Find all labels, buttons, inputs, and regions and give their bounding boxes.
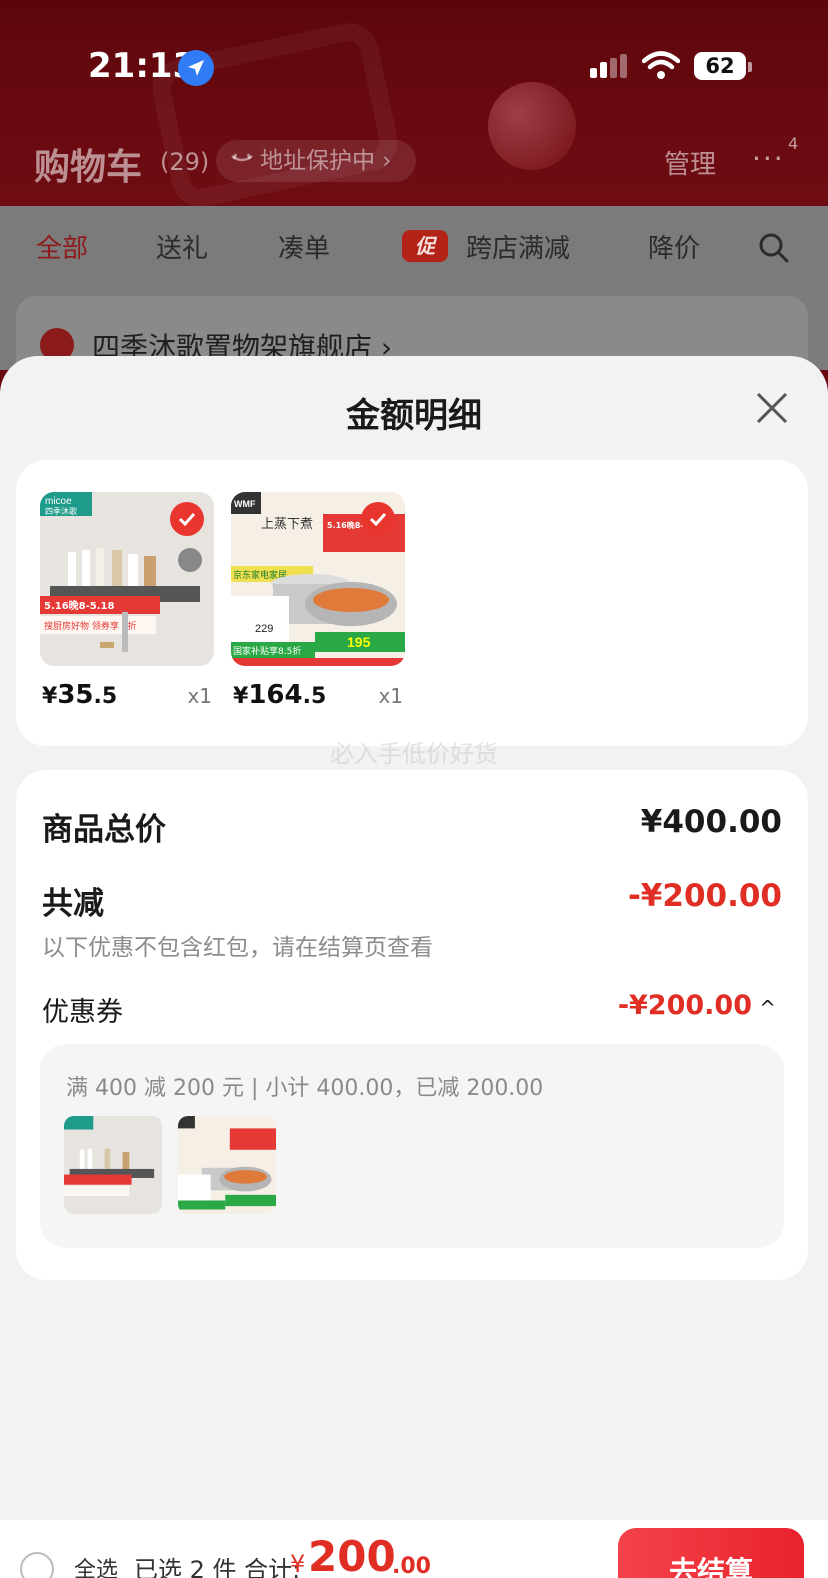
close-icon[interactable] [752,388,792,428]
product-brand-text: micoe [45,496,72,507]
product-price: ¥35.5 [42,680,118,710]
coupon-value[interactable]: -¥200.00 [618,990,752,1021]
product-price: ¥164.5 [233,680,327,710]
location-arrow-icon [178,50,214,86]
product-quantity: x1 [187,684,212,708]
selected-info: 已选 2 件 合计: [134,1556,301,1578]
product-banner: 5.16晚8-5.18 [44,599,114,612]
status-bar: 21:13 62 [0,0,828,130]
product-promo-price: 195 [347,634,371,650]
coupon-label: 优惠券 [42,997,123,1028]
coupon-detail-box: 满 400 减 200 元 | 小计 400.00，已减 200.00 [40,1044,784,1248]
discount-value: -¥200.00 [627,878,782,914]
manage-button[interactable]: 管理 [664,144,716,181]
checkout-button[interactable]: 去结算 [618,1528,804,1578]
product-checked-icon[interactable] [170,502,204,536]
cellular-signal-icon [590,54,627,78]
tab-price-drop[interactable]: 降价 [648,228,700,265]
product-old-price: 229 [255,623,273,635]
tab-gift[interactable]: 送礼 [156,228,208,265]
collapse-chevron-icon[interactable]: ^ [759,996,776,1020]
product-quantity: x1 [378,684,403,708]
battery-cap [748,62,752,72]
promo-badge: 促 [402,230,448,262]
sheet-title: 金额明细 [346,396,482,436]
tab-bundle[interactable]: 凑单 [278,228,330,265]
address-protection-button[interactable]: 地址保护中 › [216,140,416,182]
coupon-description: 满 400 减 200 元 | 小计 400.00，已减 200.00 [66,1076,544,1101]
product-brand-text: WMF [234,499,256,509]
cart-title: 购物车 [34,147,143,188]
more-badge: 4 [788,134,799,153]
cart-count: (29) [160,148,210,176]
product-subsidy: 国家补贴享8.5折 [233,645,301,657]
total-amount: 200 [308,1532,396,1578]
search-icon[interactable] [758,232,790,264]
selected-products-card: micoe 四季沐歌 5.16晚8-5.18 搜厨房好物 领券享 5折 ¥35.… [16,460,808,746]
address-protection-label: 地址保护中 › [260,148,392,174]
price-detail-card: 商品总价 ¥400.00 共减 -¥200.00 以下优惠不包含红包，请在结算页… [16,770,808,1280]
coupon-product-thumb [64,1116,162,1214]
discount-note: 以下优惠不包含红包，请在结算页查看 [42,935,433,961]
product-checked-icon[interactable] [361,502,395,536]
battery-icon: 62 [694,52,746,80]
total-decimal: .00 [392,1554,431,1578]
tab-cross-store-discount[interactable]: 跨店满减 [466,228,570,265]
product-headline: 上蒸下煮 [261,517,313,532]
coupon-product-thumb [178,1116,276,1214]
total-currency: ¥ [290,1550,306,1578]
total-label: 商品总价 [42,812,166,848]
tab-all[interactable]: 全部 [36,228,88,265]
watermark-text: 必入手低价好货 [330,740,498,768]
wifi-icon [642,51,680,79]
select-all-radio[interactable] [20,1552,54,1578]
total-value: ¥400.00 [640,804,782,840]
protection-icon [231,153,253,162]
more-options-icon[interactable]: ··· [752,142,785,175]
checkout-bar: 全选 已选 2 件 合计: ¥ 200 .00 去结算 [0,1520,828,1578]
product-brand-sub: 四季沐歌 [45,506,77,516]
select-all-label[interactable]: 全选 [74,1552,118,1578]
discount-label: 共减 [42,886,104,922]
amount-detail-sheet: 金额明细 micoe 四季沐歌 5.16晚8-5.18 搜厨房好物 领券享 5折… [0,356,828,1520]
